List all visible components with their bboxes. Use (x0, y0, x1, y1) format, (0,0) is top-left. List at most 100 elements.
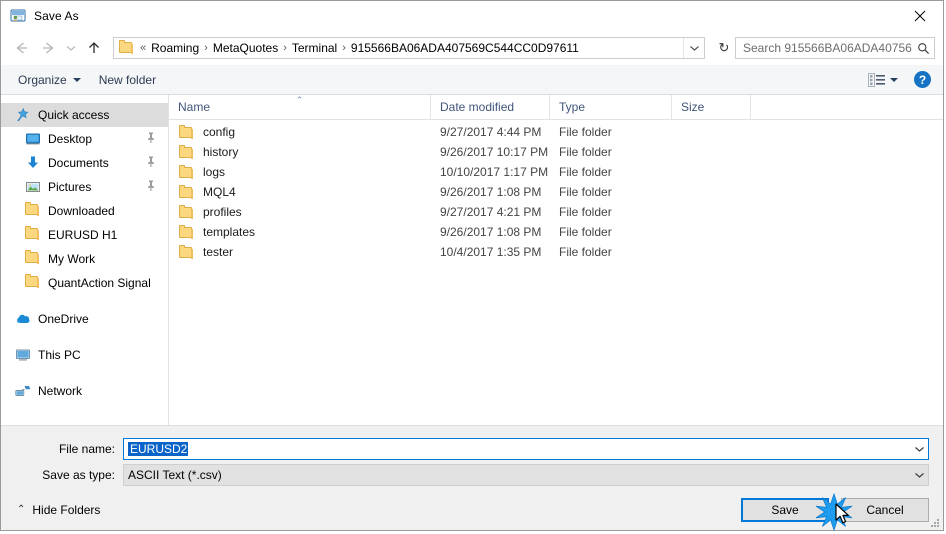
column-header-type[interactable]: Type (550, 95, 672, 119)
refresh-icon[interactable]: ↻ (713, 38, 735, 58)
cancel-button[interactable]: Cancel (841, 498, 929, 522)
sidebar-item-label: EURUSD H1 (48, 228, 118, 242)
resize-grip[interactable] (929, 517, 939, 527)
sort-ascending-icon: ⌃ (295, 95, 304, 105)
folder-icon (179, 184, 195, 199)
folder-icon (25, 274, 41, 291)
view-chevron-down-icon[interactable] (890, 77, 898, 82)
sidebar-item-documents[interactable]: Documents (1, 151, 168, 175)
sidebar-item-label: OneDrive (38, 312, 89, 326)
file-type: File folder (559, 165, 612, 179)
file-list: ⌃ Name Date modified Type Size config 9/… (169, 95, 943, 425)
file-date: 10/4/2017 1:35 PM (440, 245, 542, 259)
file-name-chevron-down-icon[interactable] (910, 445, 928, 453)
table-row[interactable]: templates 9/26/2017 1:08 PM File folder (169, 222, 943, 242)
window-title: Save As (34, 9, 79, 23)
pictures-icon (25, 179, 41, 195)
this-pc-icon (15, 347, 31, 363)
sidebar-item-my-work[interactable]: My Work (1, 247, 168, 271)
toolbar-right-group: ? (866, 71, 935, 88)
column-header-name[interactable]: ⌃ Name (169, 95, 431, 119)
sidebar-item-label: Quick access (38, 108, 110, 122)
file-name-label: File name: (58, 442, 115, 456)
hide-folders-button[interactable]: ⌃ Hide Folders (11, 503, 100, 517)
sidebar-item-eurusd-h1[interactable]: EURUSD H1 (1, 223, 168, 247)
table-row[interactable]: profiles 9/27/2017 4:21 PM File folder (169, 202, 943, 222)
breadcrumb-item-guid[interactable]: 915566BA06ADA407569C544CC0D97611 (348, 41, 582, 55)
column-header-label: Type (559, 100, 586, 114)
navigation-pane: Quick access Desktop Documents Pictures … (1, 95, 169, 425)
pin-icon[interactable] (146, 132, 156, 147)
sidebar-item-desktop[interactable]: Desktop (1, 127, 168, 151)
file-name: logs (203, 165, 226, 179)
file-type: File folder (559, 245, 612, 259)
folder-icon (179, 144, 195, 159)
file-name-cell: templates (169, 224, 431, 239)
column-header-date-modified[interactable]: Date modified (431, 95, 550, 119)
back-icon[interactable] (9, 35, 35, 61)
sidebar-item-network[interactable]: Network (1, 379, 168, 403)
sidebar-item-downloaded[interactable]: Downloaded (1, 199, 168, 223)
close-icon[interactable] (897, 1, 943, 31)
table-row[interactable]: logs 10/10/2017 1:17 PM File folder (169, 162, 943, 182)
save-as-dialog: Save As « Roaming › MetaQuotes › Termina… (0, 0, 944, 532)
table-row[interactable]: MQL4 9/26/2017 1:08 PM File folder (169, 182, 943, 202)
sidebar-item-quantaction-signal[interactable]: QuantAction Signal (1, 271, 168, 295)
sidebar-item-onedrive[interactable]: OneDrive (1, 307, 168, 331)
column-header-label: Date modified (440, 100, 515, 114)
save-button[interactable]: Save (741, 498, 829, 522)
sidebar-item-label: Documents (48, 156, 109, 170)
chevron-up-icon: ⌃ (17, 504, 26, 515)
sidebar-item-quick-access[interactable]: Quick access (1, 103, 168, 127)
documents-icon (25, 155, 41, 171)
list-view-icon[interactable] (866, 72, 888, 88)
breadcrumb-overflow[interactable]: « (138, 42, 148, 54)
sidebar-item-pictures[interactable]: Pictures (1, 175, 168, 199)
table-row[interactable]: tester 10/4/2017 1:35 PM File folder (169, 242, 943, 262)
pin-icon[interactable] (146, 156, 156, 171)
file-name-cell: MQL4 (169, 184, 431, 199)
sidebar-item-label: Desktop (48, 132, 93, 146)
file-name-cell: config (169, 124, 431, 139)
file-name-selected-text: EURUSD2 (128, 442, 189, 456)
save-as-type-select[interactable]: ASCII Text (*.csv) (123, 464, 929, 486)
table-row[interactable]: config 9/27/2017 4:44 PM File folder (169, 122, 943, 142)
column-header-label: Name (178, 100, 211, 114)
file-name: tester (203, 245, 234, 259)
new-folder-button[interactable]: New folder (90, 70, 165, 90)
sidebar-item-label: This PC (38, 348, 81, 362)
address-dropdown-icon[interactable] (683, 38, 704, 58)
forward-icon[interactable] (35, 35, 61, 61)
file-name-cell: logs (169, 164, 431, 179)
folder-icon (25, 226, 41, 243)
file-name: MQL4 (203, 185, 236, 199)
folder-icon (179, 124, 195, 139)
address-bar[interactable]: « Roaming › MetaQuotes › Terminal › 9155… (113, 37, 705, 59)
breadcrumb-item-terminal[interactable]: Terminal (289, 41, 340, 55)
file-type: File folder (559, 185, 612, 199)
search-icon[interactable] (912, 42, 934, 55)
onedrive-icon (15, 311, 31, 327)
save-form: File name: EURUSD2 Save as type: ASCII T… (1, 425, 943, 532)
hide-folders-label: Hide Folders (32, 503, 101, 517)
file-name: config (203, 125, 236, 139)
search-input[interactable]: Search 915566BA06ADA40756... (735, 37, 935, 59)
save-as-type-chevron-down-icon[interactable] (910, 471, 928, 479)
file-date: 9/27/2017 4:44 PM (440, 125, 542, 139)
breadcrumb-item-roaming[interactable]: Roaming (148, 41, 202, 55)
pin-icon[interactable] (146, 180, 156, 195)
column-header-size[interactable]: Size (672, 95, 751, 119)
sidebar-item-this-pc[interactable]: This PC (1, 343, 168, 367)
table-row[interactable]: history 9/26/2017 10:17 PM File folder (169, 142, 943, 162)
breadcrumb-item-metaquotes[interactable]: MetaQuotes (210, 41, 281, 55)
file-name-input[interactable]: EURUSD2 (123, 438, 929, 460)
up-icon[interactable] (81, 35, 107, 61)
help-button[interactable]: ? (914, 71, 931, 88)
file-name: history (203, 145, 239, 159)
sidebar-item-label: Pictures (48, 180, 92, 194)
file-name-cell: history (169, 144, 431, 159)
recent-locations-icon[interactable] (61, 35, 81, 61)
organize-button[interactable]: Organize (9, 70, 90, 90)
